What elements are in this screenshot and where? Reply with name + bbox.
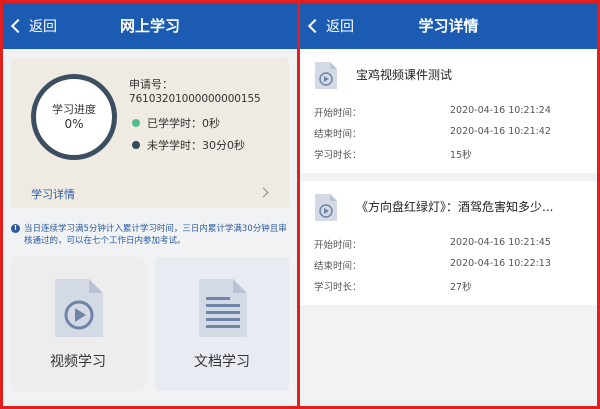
right-screen: 返回 学习详情 宝鸡视频课件测试 开始时间： 2020-04-16 10:21:… [300, 3, 597, 406]
back-label: 返回 [326, 19, 354, 35]
start-time-value: 2020-04-16 10:21:24 [450, 105, 551, 116]
duration-label: 学习时长： [314, 282, 362, 293]
video-file-icon [315, 62, 337, 89]
green-dot-icon [132, 119, 140, 127]
record-title: 宝鸡视频课件测试 [356, 68, 453, 82]
duration-value: 27秒 [450, 282, 472, 293]
video-study-label: 视频学习 [50, 354, 106, 370]
application-info: 申请号： 76103201000000000155 已学学时：0秒 未学学时：3… [129, 78, 261, 156]
video-study-tile[interactable]: 视频学习 [11, 257, 145, 391]
study-record[interactable]: 《方向盘红绿灯》：酒驾危害知多少... 开始时间： 2020-04-16 10:… [300, 181, 597, 305]
video-file-icon [55, 279, 103, 337]
studied-time-row: 已学学时：0秒 [129, 112, 261, 134]
back-button[interactable]: 返回 [9, 3, 57, 49]
duration-value: 15秒 [450, 150, 472, 161]
document-file-icon [199, 279, 247, 337]
chevron-left-icon [10, 18, 26, 34]
studied-time-text: 已学学时：0秒 [147, 117, 220, 130]
document-study-tile[interactable]: 文档学习 [155, 257, 289, 391]
start-time-value: 2020-04-16 10:21:45 [450, 237, 551, 248]
study-record[interactable]: 宝鸡视频课件测试 开始时间： 2020-04-16 10:21:24 结束时间：… [300, 49, 597, 173]
nav-bar: 返回 网上学习 [3, 3, 297, 49]
study-detail-link[interactable]: 学习详情 [31, 186, 75, 202]
application-label: 申请号： [129, 78, 173, 91]
progress-label: 学习进度 [52, 103, 96, 116]
remaining-time-text: 未学学时：30分0秒 [147, 139, 245, 152]
navy-dot-icon [132, 141, 140, 149]
chevron-left-icon [307, 18, 323, 34]
end-time-label: 结束时间： [314, 129, 362, 140]
info-icon: ! [11, 224, 20, 233]
progress-value: 0% [64, 117, 84, 131]
end-time-value: 2020-04-16 10:22:13 [450, 258, 551, 269]
document-study-label: 文档学习 [194, 354, 250, 370]
nav-bar: 返回 学习详情 [300, 3, 597, 49]
progress-card: 学习进度 0% 申请号： 76103201000000000155 已学学时：0… [11, 58, 289, 208]
study-notice: ! 当日连续学习满5分钟计入累计学习时间，三日内累计学满30分钟且审核通过的，可… [11, 223, 293, 247]
notice-text: 当日连续学习满5分钟计入累计学习时间，三日内累计学满30分钟且审核通过的，可以在… [24, 224, 287, 246]
start-time-label: 开始时间： [314, 108, 362, 119]
back-button[interactable]: 返回 [306, 3, 354, 49]
end-time-value: 2020-04-16 10:21:42 [450, 126, 551, 137]
progress-ring: 学习进度 0% [31, 74, 117, 160]
remaining-time-row: 未学学时：30分0秒 [129, 134, 261, 156]
video-file-icon [315, 194, 337, 221]
application-number: 76103201000000000155 [129, 93, 261, 105]
chevron-right-icon[interactable] [258, 187, 269, 198]
record-title: 《方向盘红绿灯》：酒驾危害知多少... [356, 200, 554, 214]
back-label: 返回 [29, 19, 57, 35]
end-time-label: 结束时间： [314, 261, 362, 272]
left-screen: 返回 网上学习 学习进度 0% 申请号： 7610320100000000015… [3, 3, 297, 406]
start-time-label: 开始时间： [314, 240, 362, 251]
duration-label: 学习时长： [314, 150, 362, 161]
